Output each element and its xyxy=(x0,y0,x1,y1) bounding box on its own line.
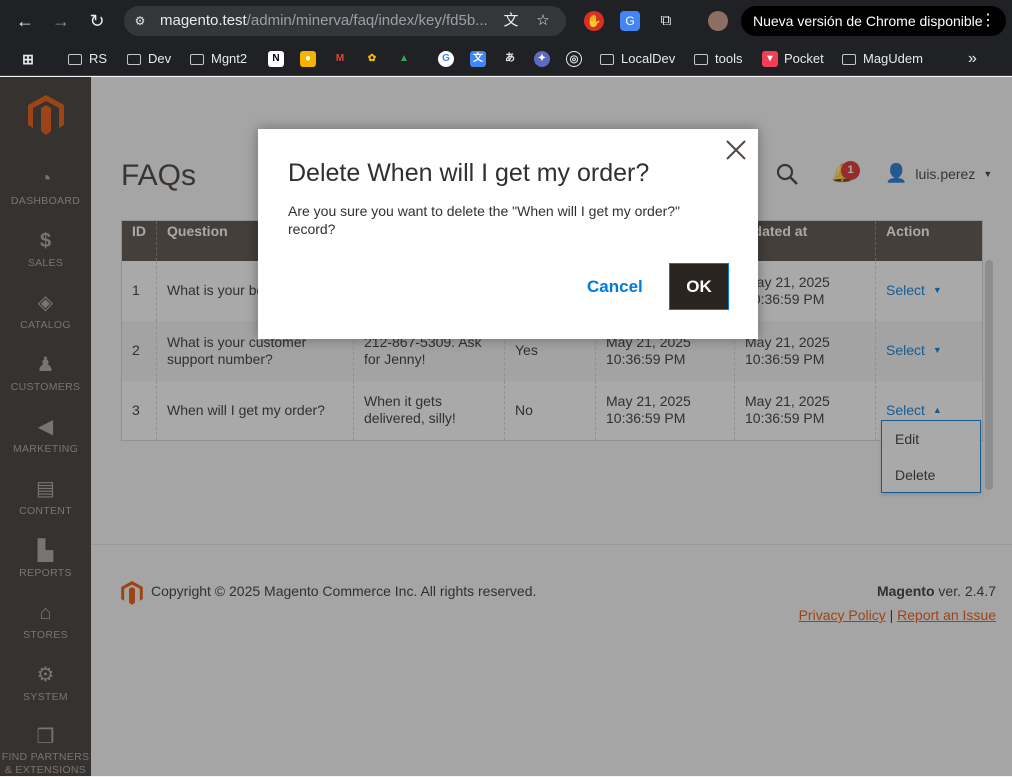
delete-confirm-modal: Delete When will I get my order? Are you… xyxy=(258,129,758,339)
bookmark-folder-tools[interactable]: tools xyxy=(694,50,742,68)
bookmark-star-icon[interactable]: ☆ xyxy=(534,12,552,30)
modal-backdrop-sidebar xyxy=(0,77,91,776)
site-info-icon[interactable]: ⚙ xyxy=(132,13,148,29)
translate-icon[interactable]: 文 xyxy=(502,12,520,30)
back-arrow-icon[interactable]: ← xyxy=(14,10,36,32)
bookmarks-bar: ⊞ RS Dev Mgnt2 N ● M ✿ ▲ G 文 あ ✦ ◎ Local… xyxy=(0,42,1012,76)
folder-icon xyxy=(127,53,141,65)
folder-icon xyxy=(694,53,708,65)
drive-icon[interactable]: ▲ xyxy=(396,51,412,67)
gemini-icon[interactable]: ✦ xyxy=(534,51,550,67)
extension-stop-icon[interactable]: ✋ xyxy=(584,11,604,31)
pocket-icon: ▾ xyxy=(762,51,778,67)
cancel-button[interactable]: Cancel xyxy=(587,277,643,297)
profile-avatar[interactable] xyxy=(708,11,728,31)
bookmarks-overflow-icon[interactable]: » xyxy=(968,50,977,68)
bookmark-folder-dev[interactable]: Dev xyxy=(127,50,171,68)
gmail-icon[interactable]: M xyxy=(332,51,348,67)
extension-translate-icon[interactable]: G xyxy=(620,11,640,31)
more-vertical-icon[interactable]: ⋮ xyxy=(980,6,996,36)
extensions-puzzle-icon[interactable]: ⧉ xyxy=(656,11,676,31)
openai-icon[interactable]: ◎ xyxy=(566,51,582,67)
modal-title: Delete When will I get my order? xyxy=(288,159,650,187)
ok-button[interactable]: OK xyxy=(669,263,729,310)
google-icon[interactable]: G xyxy=(438,51,454,67)
notion-icon[interactable]: N xyxy=(268,51,284,67)
photos-icon[interactable]: ✿ xyxy=(364,51,380,67)
modal-message: Are you sure you want to delete the "Whe… xyxy=(288,203,681,237)
folder-icon xyxy=(190,53,204,65)
folder-icon xyxy=(842,53,856,65)
bookmark-folder-rs[interactable]: RS xyxy=(68,50,107,68)
keep-icon[interactable]: ● xyxy=(300,51,316,67)
browser-toolbar: ← → ↻ ⚙ magento.test/admin/minerva/faq/i… xyxy=(0,0,1012,42)
reload-icon[interactable]: ↻ xyxy=(86,10,108,32)
dictionary-icon[interactable]: あ xyxy=(502,51,518,67)
url-text: magento.test/admin/minerva/faq/index/key… xyxy=(160,12,488,29)
folder-icon xyxy=(68,53,82,65)
apps-grid-icon[interactable]: ⊞ xyxy=(20,51,36,67)
folder-icon xyxy=(600,53,614,65)
close-icon[interactable] xyxy=(724,138,748,162)
bookmark-pocket[interactable]: ▾ Pocket xyxy=(762,50,824,68)
bookmark-folder-mgnt2[interactable]: Mgnt2 xyxy=(190,50,247,68)
google-translate-icon[interactable]: 文 xyxy=(470,51,486,67)
forward-arrow-icon[interactable]: → xyxy=(50,10,72,32)
bookmark-folder-localdev[interactable]: LocalDev xyxy=(600,50,675,68)
address-bar[interactable]: ⚙ magento.test/admin/minerva/faq/index/k… xyxy=(124,6,566,36)
chrome-update-button[interactable]: Nueva versión de Chrome disponible ⋮ xyxy=(741,6,1006,36)
bookmark-folder-magudem[interactable]: MagUdem xyxy=(842,50,923,68)
